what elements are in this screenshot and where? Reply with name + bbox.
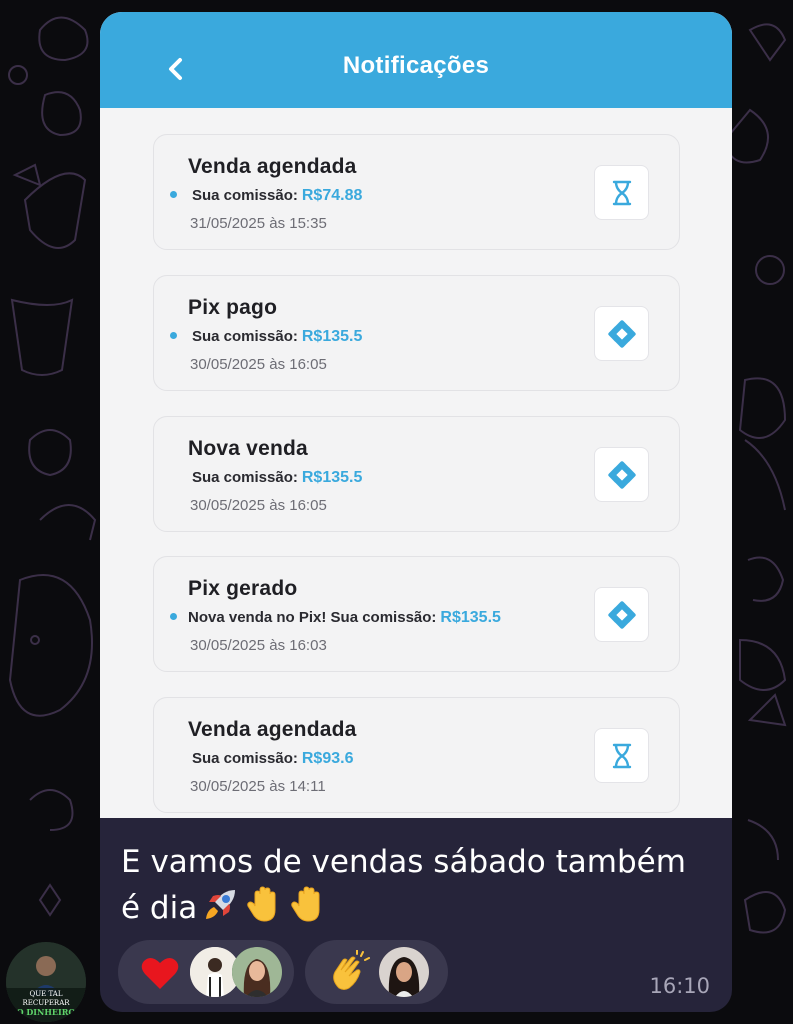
hourglass-icon	[594, 728, 649, 783]
reactor-avatar	[232, 947, 282, 997]
message-timestamp: 16:10	[649, 974, 710, 998]
reactor-avatar	[379, 947, 429, 997]
raised-hand-emoji	[245, 884, 285, 936]
notification-date: 30/05/2025 às 16:05	[190, 356, 327, 373]
avatar-caption-line: QUE TAL	[29, 990, 63, 998]
sender-avatar[interactable]: QUE TAL RECUPERAR O DINHEIRO	[6, 942, 86, 1022]
reaction-heart[interactable]	[118, 940, 294, 1004]
notification-card[interactable]: Nova venda Sua comissão: R$135.5 30/05/20…	[153, 416, 680, 532]
avatar-caption: QUE TAL RECUPERAR O DINHEIRO	[6, 990, 86, 1017]
notification-date: 30/05/2025 às 16:05	[190, 497, 327, 514]
commission-line: Sua comissão: R$135.5	[192, 328, 362, 346]
notification-date: 30/05/2025 às 16:03	[190, 637, 327, 654]
message-bubble[interactable]: Venda agendada Sua comissão: R$74.88 31/0…	[100, 12, 732, 1012]
commission-amount: R$93.6	[301, 750, 354, 767]
unread-dot	[170, 613, 177, 620]
commission-label: Sua comissão:	[192, 328, 298, 345]
unread-dot	[170, 332, 177, 339]
message-line-2-text: é dia	[121, 890, 198, 926]
notification-title: Pix gerado	[188, 577, 298, 600]
notification-title: Venda agendada	[188, 155, 357, 178]
message-line-1: E vamos de vendas sábado também	[121, 844, 686, 880]
message-text: E vamos de vendas sábado também é dia	[121, 840, 721, 936]
notification-card[interactable]: Venda agendada Sua comissão: R$74.88 31/0…	[153, 134, 680, 250]
rocket-emoji	[201, 884, 241, 936]
commission-label: Sua comissão:	[192, 187, 298, 204]
pix-icon	[594, 447, 649, 502]
notification-date: 30/05/2025 às 14:11	[190, 778, 326, 795]
notification-list: Venda agendada Sua comissão: R$74.88 31/0…	[100, 12, 732, 818]
commission-line: Sua comissão: R$74.88	[192, 187, 362, 205]
commission-amount: R$135.5	[301, 328, 363, 345]
notification-title: Nova venda	[188, 437, 308, 460]
message-line-2: é dia	[121, 884, 721, 936]
notification-card[interactable]: Pix gerado Nova venda no Pix! Sua comiss…	[153, 556, 680, 672]
clapping-hands-icon	[333, 950, 370, 990]
notification-title: Pix pago	[188, 296, 278, 319]
notification-card[interactable]: Pix pago Sua comissão: R$135.5 30/05/2025…	[153, 275, 680, 391]
page-title: Notificações	[342, 52, 490, 79]
commission-label: Sua comissão:	[192, 750, 298, 767]
notification-card[interactable]: Venda agendada Sua comissão: R$93.6 30/05…	[153, 697, 680, 813]
commission-label: Nova venda no Pix! Sua comissão:	[188, 609, 437, 626]
screenshot-image[interactable]: Venda agendada Sua comissão: R$74.88 31/0…	[100, 12, 732, 818]
pix-icon	[594, 587, 649, 642]
hourglass-icon	[594, 165, 649, 220]
app-header: Notificações	[100, 12, 732, 108]
raised-hand-emoji	[289, 884, 329, 936]
unread-dot	[170, 191, 177, 198]
commission-line: Sua comissão: R$93.6	[192, 750, 353, 768]
commission-label: Sua comissão:	[192, 469, 298, 486]
avatar-caption-line: O DINHEIRO	[16, 1007, 76, 1017]
notification-title: Venda agendada	[188, 718, 357, 741]
commission-line: Nova venda no Pix! Sua comissão: R$135.5	[188, 609, 501, 627]
commission-amount: R$74.88	[301, 187, 363, 204]
commission-line: Sua comissão: R$135.5	[192, 469, 362, 487]
pix-icon	[594, 306, 649, 361]
reaction-clap[interactable]	[305, 940, 448, 1004]
red-heart-icon	[141, 957, 179, 989]
notification-date: 31/05/2025 às 15:35	[190, 215, 327, 232]
commission-amount: R$135.5	[440, 609, 501, 626]
commission-amount: R$135.5	[301, 469, 363, 486]
